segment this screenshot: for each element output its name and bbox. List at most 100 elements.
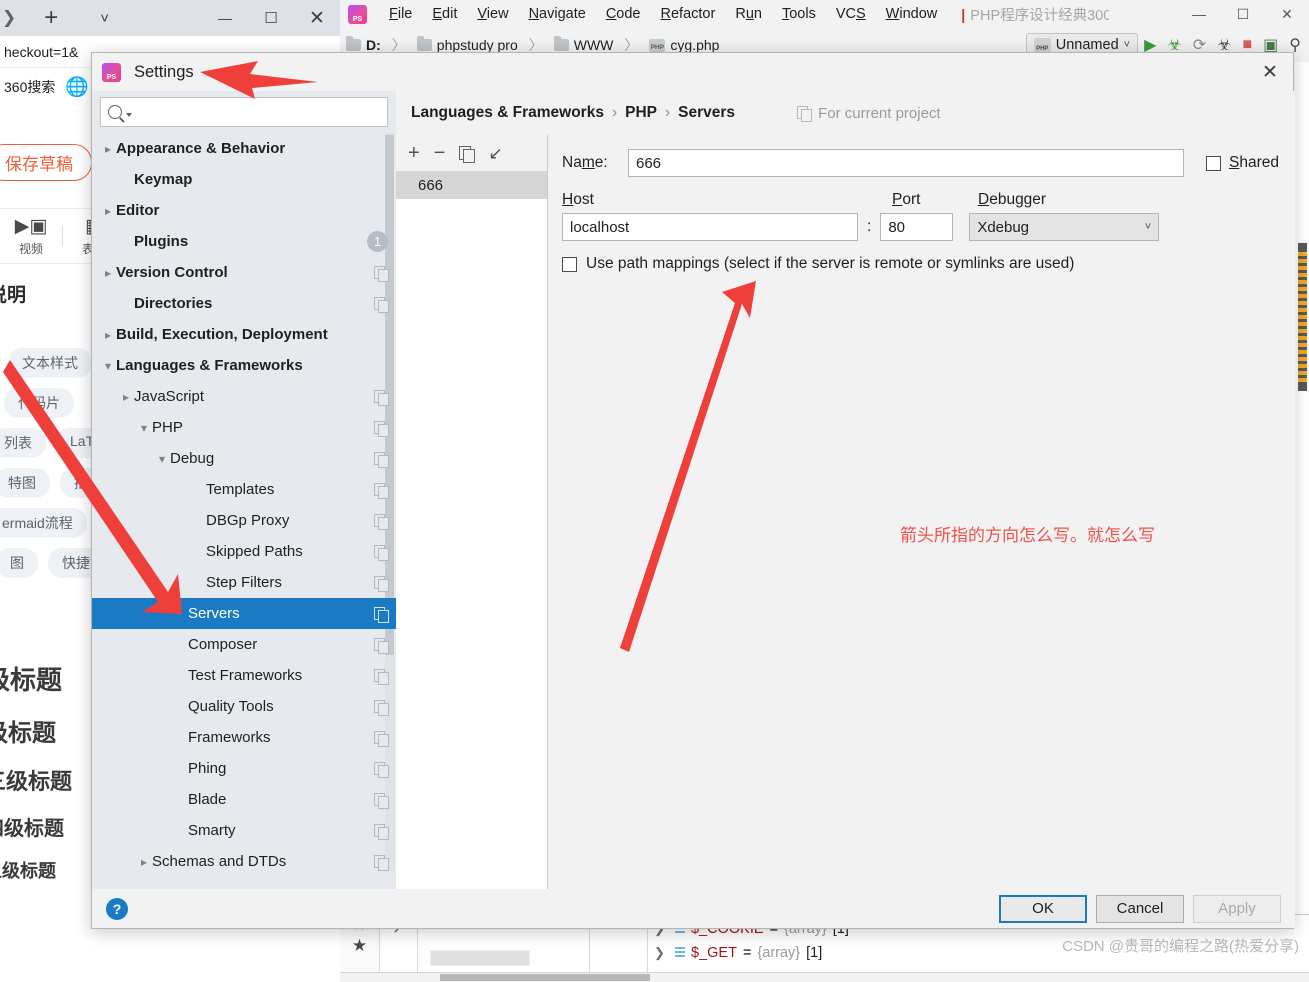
debugger-placeholder-button[interactable] (430, 950, 530, 966)
copy-icon[interactable] (374, 297, 388, 311)
remove-icon[interactable]: − (434, 143, 446, 163)
editor-scrollbar[interactable] (1295, 252, 1309, 382)
chevron-down-icon[interactable] (126, 113, 132, 117)
copy-icon[interactable] (374, 545, 388, 559)
globe-icon[interactable]: 🌐 (65, 75, 89, 99)
import-icon[interactable]: ↙ (488, 145, 502, 162)
copy-icon[interactable] (374, 421, 388, 435)
sidebar-item-editor[interactable]: Editor (92, 195, 396, 226)
sidebar-item-blade[interactable]: Blade (92, 784, 396, 815)
sidebar-item-templates[interactable]: Templates (92, 474, 396, 505)
menu-item-view[interactable]: View (467, 2, 518, 26)
server-list-item[interactable]: 666 (396, 171, 547, 199)
close-icon[interactable]: ✕ (1247, 53, 1293, 91)
copy-icon[interactable] (374, 731, 388, 745)
sidebar-item-keymap[interactable]: Keymap (92, 164, 396, 195)
chip-mermaid-flow[interactable]: ermaid流程 (0, 508, 87, 538)
save-draft-button[interactable]: 保存草稿 (0, 144, 92, 181)
ok-button[interactable]: OK (999, 895, 1087, 923)
ide-close-icon[interactable]: ✕ (1265, 0, 1309, 28)
menu-item-file[interactable]: File (379, 2, 422, 26)
sidebar-item-composer[interactable]: Composer (92, 629, 396, 660)
copy-icon[interactable] (374, 452, 388, 466)
sidebar-item-debug[interactable]: Debug (92, 443, 396, 474)
chevron-down-icon[interactable] (100, 359, 116, 373)
sidebar-item-quality-tools[interactable]: Quality Tools (92, 691, 396, 722)
sidebar-item-plugins[interactable]: Plugins1 (92, 226, 396, 257)
chevron-right-icon[interactable] (136, 855, 152, 869)
menu-item-window[interactable]: Window (876, 2, 948, 26)
add-icon[interactable]: + (408, 143, 420, 163)
chevron-right-icon[interactable] (100, 328, 116, 342)
breadcrumb-item[interactable]: D: (366, 37, 381, 53)
editor-scrollbar-thumb[interactable] (1298, 252, 1307, 382)
sidebar-item-step-filters[interactable]: Step Filters (92, 567, 396, 598)
horizontal-scrollbar[interactable] (440, 974, 650, 981)
copy-icon[interactable] (374, 855, 388, 869)
chevron-right-icon[interactable] (100, 142, 116, 156)
sidebar-item-build-execution-deployment[interactable]: Build, Execution, Deployment (92, 319, 396, 350)
breadcrumb-item[interactable]: phpstudy pro (437, 37, 518, 53)
menu-item-run[interactable]: Run (725, 2, 772, 26)
chip-list[interactable]: 列表 (0, 428, 46, 458)
breadcrumb-part-2[interactable]: PHP (625, 104, 657, 122)
chevron-down-icon[interactable]: ˅ (100, 10, 109, 27)
sidebar-item-phing[interactable]: Phing (92, 753, 396, 784)
chip-diagram[interactable]: 图 (0, 548, 38, 578)
port-input[interactable] (880, 213, 953, 241)
copy-icon[interactable] (374, 669, 388, 683)
sidebar-item-javascript[interactable]: JavaScript (92, 381, 396, 412)
bookmark-label[interactable]: 360搜索 (4, 77, 55, 97)
menu-item-navigate[interactable]: Navigate (519, 2, 596, 26)
chip-special-image[interactable]: 特图 (0, 468, 50, 498)
sidebar-item-test-frameworks[interactable]: Test Frameworks (92, 660, 396, 691)
sidebar-item-frameworks[interactable]: Frameworks (92, 722, 396, 753)
chip-code-snippet[interactable]: 代码片 (4, 388, 74, 418)
copy-icon[interactable] (374, 607, 388, 621)
copy-icon[interactable] (459, 146, 474, 161)
sidebar-item-dbgp-proxy[interactable]: DBGp Proxy (92, 505, 396, 536)
chevron-down-icon[interactable] (136, 421, 152, 435)
breadcrumb-item[interactable]: WWW (574, 37, 614, 53)
copy-icon[interactable] (374, 390, 388, 404)
sidebar-item-servers[interactable]: Servers (92, 598, 396, 629)
chip-text-style[interactable]: 文本样式 (8, 348, 92, 378)
shared-checkbox[interactable] (1206, 156, 1221, 171)
sidebar-item-languages-frameworks[interactable]: Languages & Frameworks (92, 350, 396, 381)
copy-icon[interactable] (374, 576, 388, 590)
chevron-right-icon[interactable] (118, 390, 134, 404)
cancel-button[interactable]: Cancel (1096, 895, 1184, 923)
copy-icon[interactable] (374, 824, 388, 838)
host-input[interactable] (562, 213, 858, 241)
chevron-down-icon[interactable] (154, 452, 170, 466)
chevron-right-icon[interactable] (100, 204, 116, 218)
copy-icon[interactable] (374, 700, 388, 714)
menu-item-code[interactable]: Code (596, 2, 651, 26)
shared-checkbox-group[interactable]: Shared (1206, 154, 1279, 172)
copy-icon[interactable] (374, 638, 388, 652)
sidebar-item-version-control[interactable]: Version Control (92, 257, 396, 288)
menu-item-tools[interactable]: Tools (772, 2, 826, 26)
help-icon[interactable]: ? (106, 898, 128, 920)
star-icon[interactable]: ★ (352, 936, 367, 956)
menu-item-edit[interactable]: Edit (422, 2, 467, 26)
video-tool-button[interactable]: ▶▣ 视频 (0, 215, 62, 257)
plus-icon[interactable]: + (44, 4, 58, 32)
apply-button[interactable]: Apply (1193, 895, 1281, 923)
chevron-right-icon[interactable]: ❯ (654, 945, 666, 961)
ide-maximize-icon[interactable]: ☐ (1221, 0, 1265, 28)
sidebar-item-smarty[interactable]: Smarty (92, 815, 396, 846)
menu-item-refactor[interactable]: Refactor (651, 2, 726, 26)
sidebar-item-schemas-and-dtds[interactable]: Schemas and DTDs (92, 846, 396, 877)
name-input[interactable] (628, 149, 1184, 177)
use-path-mappings-checkbox[interactable] (562, 257, 577, 272)
copy-icon[interactable] (374, 514, 388, 528)
path-mappings-row[interactable]: Use path mappings (select if the server … (562, 255, 1279, 273)
sidebar-item-skipped-paths[interactable]: Skipped Paths (92, 536, 396, 567)
menu-item-vcs[interactable]: VCS (826, 2, 876, 26)
search-input[interactable] (136, 103, 380, 121)
chevron-right-icon[interactable] (100, 266, 116, 280)
copy-icon[interactable] (374, 266, 388, 280)
copy-icon[interactable] (374, 793, 388, 807)
sidebar-item-directories[interactable]: Directories (92, 288, 396, 319)
